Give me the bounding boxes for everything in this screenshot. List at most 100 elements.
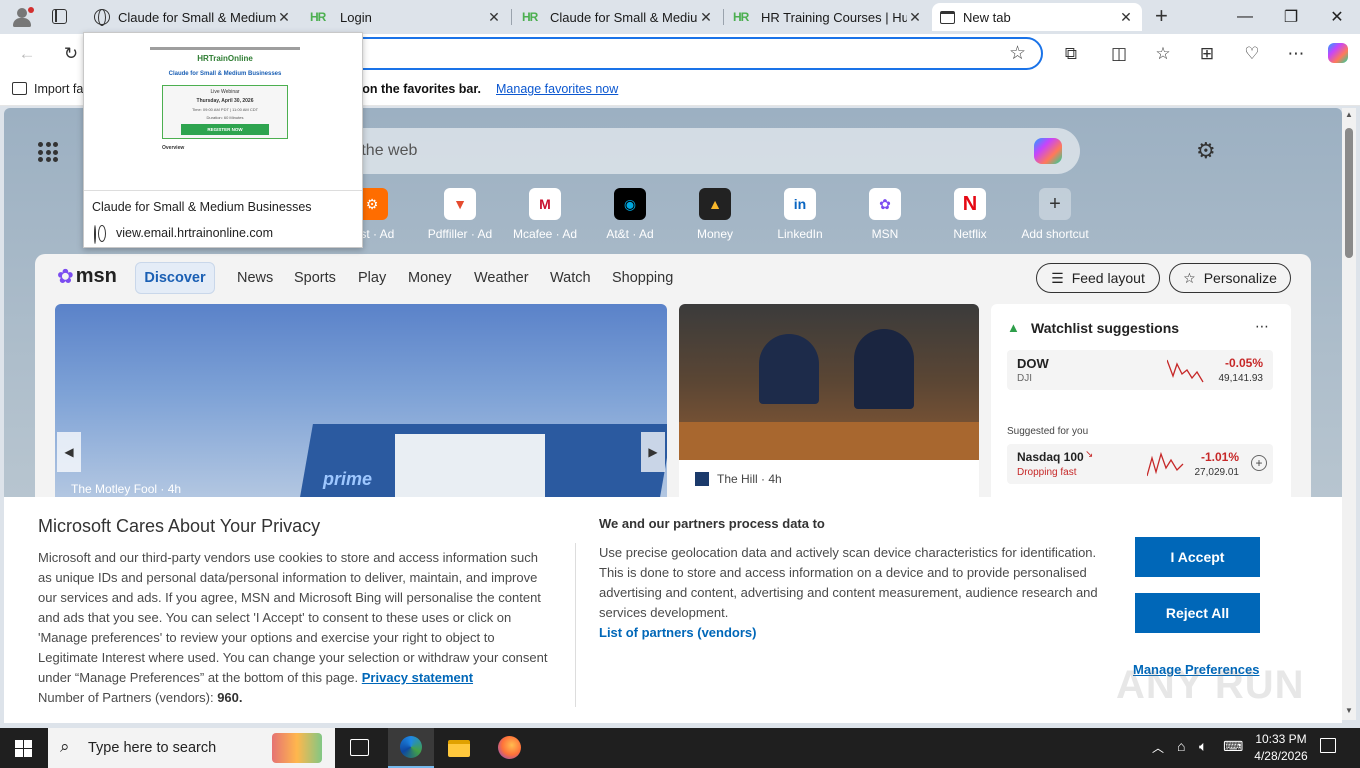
partners-body: Use precise geolocation data and activel…: [599, 545, 1098, 620]
hr-icon: HR: [522, 10, 538, 24]
tab-hr-training[interactable]: HR HR Training Courses | Human Resources…: [725, 3, 931, 31]
new-tab-button[interactable]: +: [1155, 4, 1177, 28]
windows-start-icon[interactable]: [15, 740, 32, 757]
watchlist-title: Watchlist suggestions: [1031, 320, 1180, 336]
news-widget-icon[interactable]: [272, 733, 322, 763]
tab-claude-1[interactable]: Claude for Small & Medium Businesses ✕: [86, 3, 300, 31]
tab-sports[interactable]: Sports: [294, 270, 336, 286]
close-tab-icon[interactable]: ✕: [486, 9, 502, 26]
close-tab-icon[interactable]: ✕: [1118, 9, 1134, 26]
extensions-icon[interactable]: ⧉: [1056, 40, 1086, 68]
reject-all-button[interactable]: Reject All: [1135, 593, 1260, 633]
partners-title: We and our partners process data to: [599, 516, 825, 531]
shortcut-netflix[interactable]: N Netflix: [930, 188, 1010, 241]
msn-butterfly-icon: ✿: [57, 266, 74, 288]
hero-card[interactable]: prime ◀ ▶ The Motley Fool · 4h: [55, 304, 667, 504]
scroll-down-icon[interactable]: ▼: [1345, 706, 1353, 715]
browser-essentials-icon[interactable]: ♡: [1237, 40, 1267, 68]
refresh-icon[interactable]: ↻: [56, 40, 86, 68]
shortcut-linkedin[interactable]: in LinkedIn: [760, 188, 840, 241]
apps-grid-icon[interactable]: [38, 142, 58, 162]
close-tab-icon[interactable]: ✕: [698, 9, 714, 26]
tab-new-tab[interactable]: New tab ✕: [932, 3, 1142, 31]
feed-layout-button[interactable]: ☰ Feed layout: [1036, 263, 1160, 293]
taskbar-search-box[interactable]: ⌕ Type here to search: [48, 728, 335, 768]
shortcut-money[interactable]: ▲ Money: [675, 188, 755, 241]
msn-logo[interactable]: ✿ msn: [57, 264, 117, 289]
web-search-box[interactable]: ch the web: [304, 128, 1080, 174]
tab-watch[interactable]: Watch: [550, 270, 591, 286]
manage-favorites-link[interactable]: Manage favorites now: [496, 82, 618, 96]
privacy-title: Microsoft Cares About Your Privacy: [38, 516, 321, 536]
collections-icon[interactable]: ⊞: [1192, 40, 1222, 68]
stock-row-dow[interactable]: DOW DJI -0.05% 49,141.93: [1007, 350, 1273, 390]
news-card-hill[interactable]: The Hill · 4h: [679, 304, 979, 504]
address-bar[interactable]: ☆: [345, 37, 1043, 70]
more-menu-icon[interactable]: ⋯: [1281, 40, 1311, 68]
settings-gear-icon[interactable]: ⚙: [1196, 138, 1216, 164]
task-view-icon[interactable]: [350, 739, 369, 756]
firefox-icon[interactable]: [498, 736, 521, 759]
hill-time: · 4h: [761, 472, 782, 486]
tab-weather[interactable]: Weather: [474, 270, 529, 286]
dow-sparkline: [1167, 359, 1204, 383]
clock-time[interactable]: 10:33 PM: [1252, 732, 1310, 746]
clock-date[interactable]: 4/28/2026: [1249, 749, 1313, 763]
shortcut-pdffiller[interactable]: ▼ Pdffiller · Ad: [420, 188, 500, 241]
globe-icon: [94, 9, 110, 26]
shortcut-mcafee[interactable]: M Mcafee · Ad: [505, 188, 585, 241]
tab-actions-icon[interactable]: [52, 9, 67, 24]
scroll-up-icon[interactable]: ▲: [1345, 110, 1353, 119]
carousel-prev-button[interactable]: ◀: [57, 432, 81, 472]
shortcut-msn[interactable]: ✿ MSN: [845, 188, 925, 241]
file-explorer-icon[interactable]: [448, 740, 470, 757]
close-tab-icon[interactable]: ✕: [907, 9, 923, 26]
carousel-next-button[interactable]: ▶: [641, 432, 665, 472]
preview-thumbnail: HRTrainOnline Claude for Small & Medium …: [150, 47, 300, 189]
privacy-statement-link[interactable]: Privacy statement: [362, 670, 473, 685]
import-favorites-label[interactable]: Import fa: [34, 82, 83, 96]
tab-money[interactable]: Money: [408, 270, 452, 286]
import-favorites-icon[interactable]: [12, 82, 27, 95]
copilot-search-icon[interactable]: [1034, 138, 1062, 164]
windows-taskbar: ⌕ Type here to search ︿ ⌂ 🔈︎ ⌨ 10:33 PM …: [0, 728, 1360, 768]
tab-discover[interactable]: Discover: [135, 262, 215, 294]
back-icon[interactable]: ←: [12, 40, 42, 68]
accept-button[interactable]: I Accept: [1135, 537, 1260, 577]
tab-play[interactable]: Play: [358, 270, 386, 286]
restore-button[interactable]: ❐: [1268, 0, 1314, 34]
copilot-icon[interactable]: [1328, 43, 1348, 63]
favorites-icon[interactable]: ☆: [1148, 40, 1178, 68]
watchlist-more-icon[interactable]: ⋯: [1255, 318, 1269, 335]
minimize-button[interactable]: —: [1222, 0, 1268, 34]
tab-login[interactable]: HR Login ✕: [302, 3, 510, 31]
tray-overflow-icon[interactable]: ︿: [1152, 739, 1164, 756]
favorite-star-icon[interactable]: ☆: [1009, 42, 1026, 65]
personalize-button[interactable]: ☆ Personalize: [1169, 263, 1291, 293]
volume-icon[interactable]: 🔈︎: [1199, 738, 1207, 755]
page-scrollbar[interactable]: ▲ ▼: [1342, 108, 1356, 720]
notifications-icon[interactable]: [1320, 738, 1336, 753]
tab-claude-2[interactable]: HR Claude for Small & Medium Businesses …: [514, 3, 722, 31]
add-shortcut-button[interactable]: + Add shortcut: [1015, 188, 1095, 241]
stock-row-nasdaq[interactable]: Nasdaq 100 ↘ Dropping fast -1.01% 27,029…: [1007, 444, 1273, 484]
tab-shopping[interactable]: Shopping: [612, 270, 673, 286]
edge-taskbar-button[interactable]: [388, 728, 434, 768]
privacy-consent-banner: Microsoft Cares About Your Privacy Micro…: [4, 497, 1342, 723]
profile-icon[interactable]: [12, 7, 34, 27]
close-window-button[interactable]: ✕: [1314, 0, 1360, 34]
list-of-partners-link[interactable]: List of partners (vendors): [599, 625, 756, 640]
shortcut-att[interactable]: ◉ At&t · Ad: [590, 188, 670, 241]
split-screen-icon[interactable]: ◫: [1104, 40, 1134, 68]
newtab-icon: [940, 10, 955, 24]
tab-news[interactable]: News: [237, 270, 273, 286]
add-to-watchlist-icon[interactable]: +: [1251, 455, 1267, 471]
network-icon[interactable]: ⌂: [1177, 738, 1185, 754]
the-hill-logo-icon: [695, 472, 709, 486]
hr-icon: HR: [733, 10, 749, 24]
ime-icon[interactable]: ⌨: [1223, 738, 1243, 755]
close-tab-icon[interactable]: ✕: [276, 9, 292, 26]
partners-label: Number of Partners (vendors):: [38, 690, 214, 705]
privacy-body: Microsoft and our third-party vendors us…: [38, 550, 548, 685]
suggested-label: Suggested for you: [1007, 426, 1089, 437]
